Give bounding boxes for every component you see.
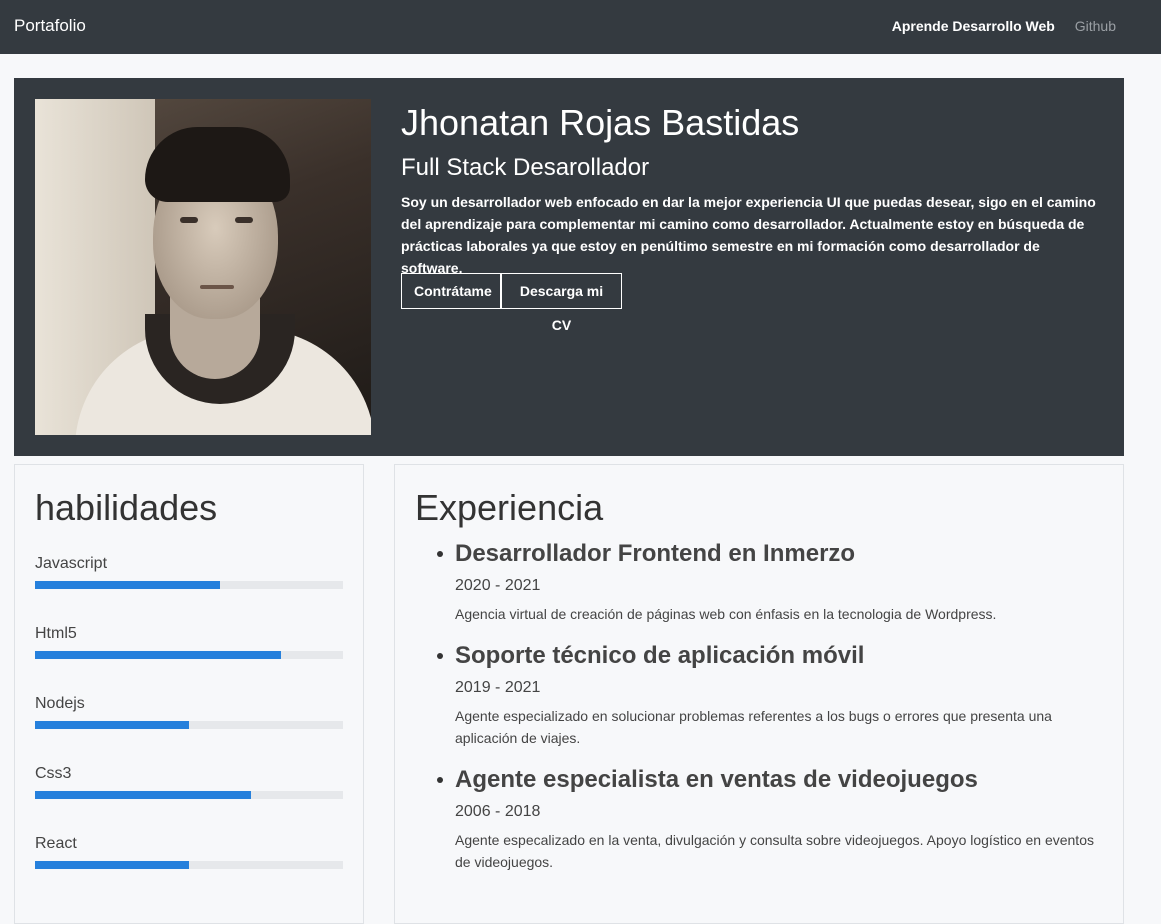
navbar: Portafolio Aprende Desarrollo Web Github (0, 0, 1161, 54)
skill-progress-fill (35, 581, 220, 589)
hire-button[interactable]: Contrátame (401, 273, 501, 309)
profile-photo (35, 99, 371, 435)
skill-label: Css3 (35, 765, 72, 782)
skill-label: Nodejs (35, 695, 85, 712)
skill-label: Javascript (35, 555, 108, 572)
experience-item: Desarrollador Frontend en Inmerzo 2020 -… (437, 537, 1095, 625)
experience-item-years: 2019 - 2021 (455, 679, 541, 696)
experience-title: Experiencia (415, 487, 604, 528)
experience-item-description: Agente especializado en solucionar probl… (455, 708, 1052, 746)
skill-progress-fill (35, 721, 189, 729)
nav-link-github[interactable]: Github (1075, 18, 1116, 34)
bullet-icon (437, 551, 443, 557)
nav-link-aprende[interactable]: Aprende Desarrollo Web (892, 18, 1055, 34)
experience-panel: Experiencia Desarrollador Frontend en In… (394, 464, 1124, 924)
experience-item-description: Agencia virtual de creación de páginas w… (455, 606, 997, 622)
skill-progress-bar (35, 651, 343, 659)
experience-item-title: Agente especialista en ventas de videoju… (455, 766, 978, 793)
skill-progress-bar (35, 861, 343, 869)
nav-links: Aprende Desarrollo Web Github (876, 18, 1116, 34)
skill-item: Nodejs (35, 695, 343, 729)
experience-item-years: 2020 - 2021 (455, 577, 541, 594)
skill-progress-bar (35, 721, 343, 729)
experience-item-description: Agente especalizado en la venta, divulga… (455, 832, 1094, 870)
bullet-icon (437, 777, 443, 783)
skill-label: React (35, 835, 77, 852)
navbar-brand[interactable]: Portafolio (14, 16, 86, 36)
download-cv-button[interactable]: Descarga mi CV (501, 273, 622, 333)
skill-item: Css3 (35, 765, 343, 799)
experience-item-title: Soporte técnico de aplicación móvil (455, 642, 865, 669)
experience-item-title: Desarrollador Frontend en Inmerzo (455, 540, 856, 567)
skills-panel: habilidades Javascript Html5 Nodejs Css3… (14, 464, 364, 924)
bullet-icon (437, 653, 443, 659)
skill-label: Html5 (35, 625, 77, 642)
skill-item: React (35, 835, 343, 869)
skill-item: Javascript (35, 555, 343, 589)
experience-list: Desarrollador Frontend en Inmerzo 2020 -… (437, 537, 1095, 887)
skill-progress-fill (35, 791, 251, 799)
experience-item: Agente especialista en ventas de videoju… (437, 763, 1095, 873)
hero-description: Soy un desarrollador web enfocado en dar… (401, 194, 1096, 276)
hero-section: Jhonatan Rojas Bastidas Full Stack Desar… (14, 78, 1124, 456)
skill-progress-fill (35, 651, 282, 659)
skills-title: habilidades (35, 487, 218, 528)
hero-name: Jhonatan Rojas Bastidas (401, 102, 800, 143)
experience-item: Soporte técnico de aplicación móvil 2019… (437, 639, 1095, 749)
hero-role: Full Stack Desarollador (401, 154, 650, 181)
skill-progress-fill (35, 861, 189, 869)
experience-item-years: 2006 - 2018 (455, 803, 541, 820)
skill-progress-bar (35, 581, 343, 589)
skill-item: Html5 (35, 625, 343, 659)
skill-progress-bar (35, 791, 343, 799)
